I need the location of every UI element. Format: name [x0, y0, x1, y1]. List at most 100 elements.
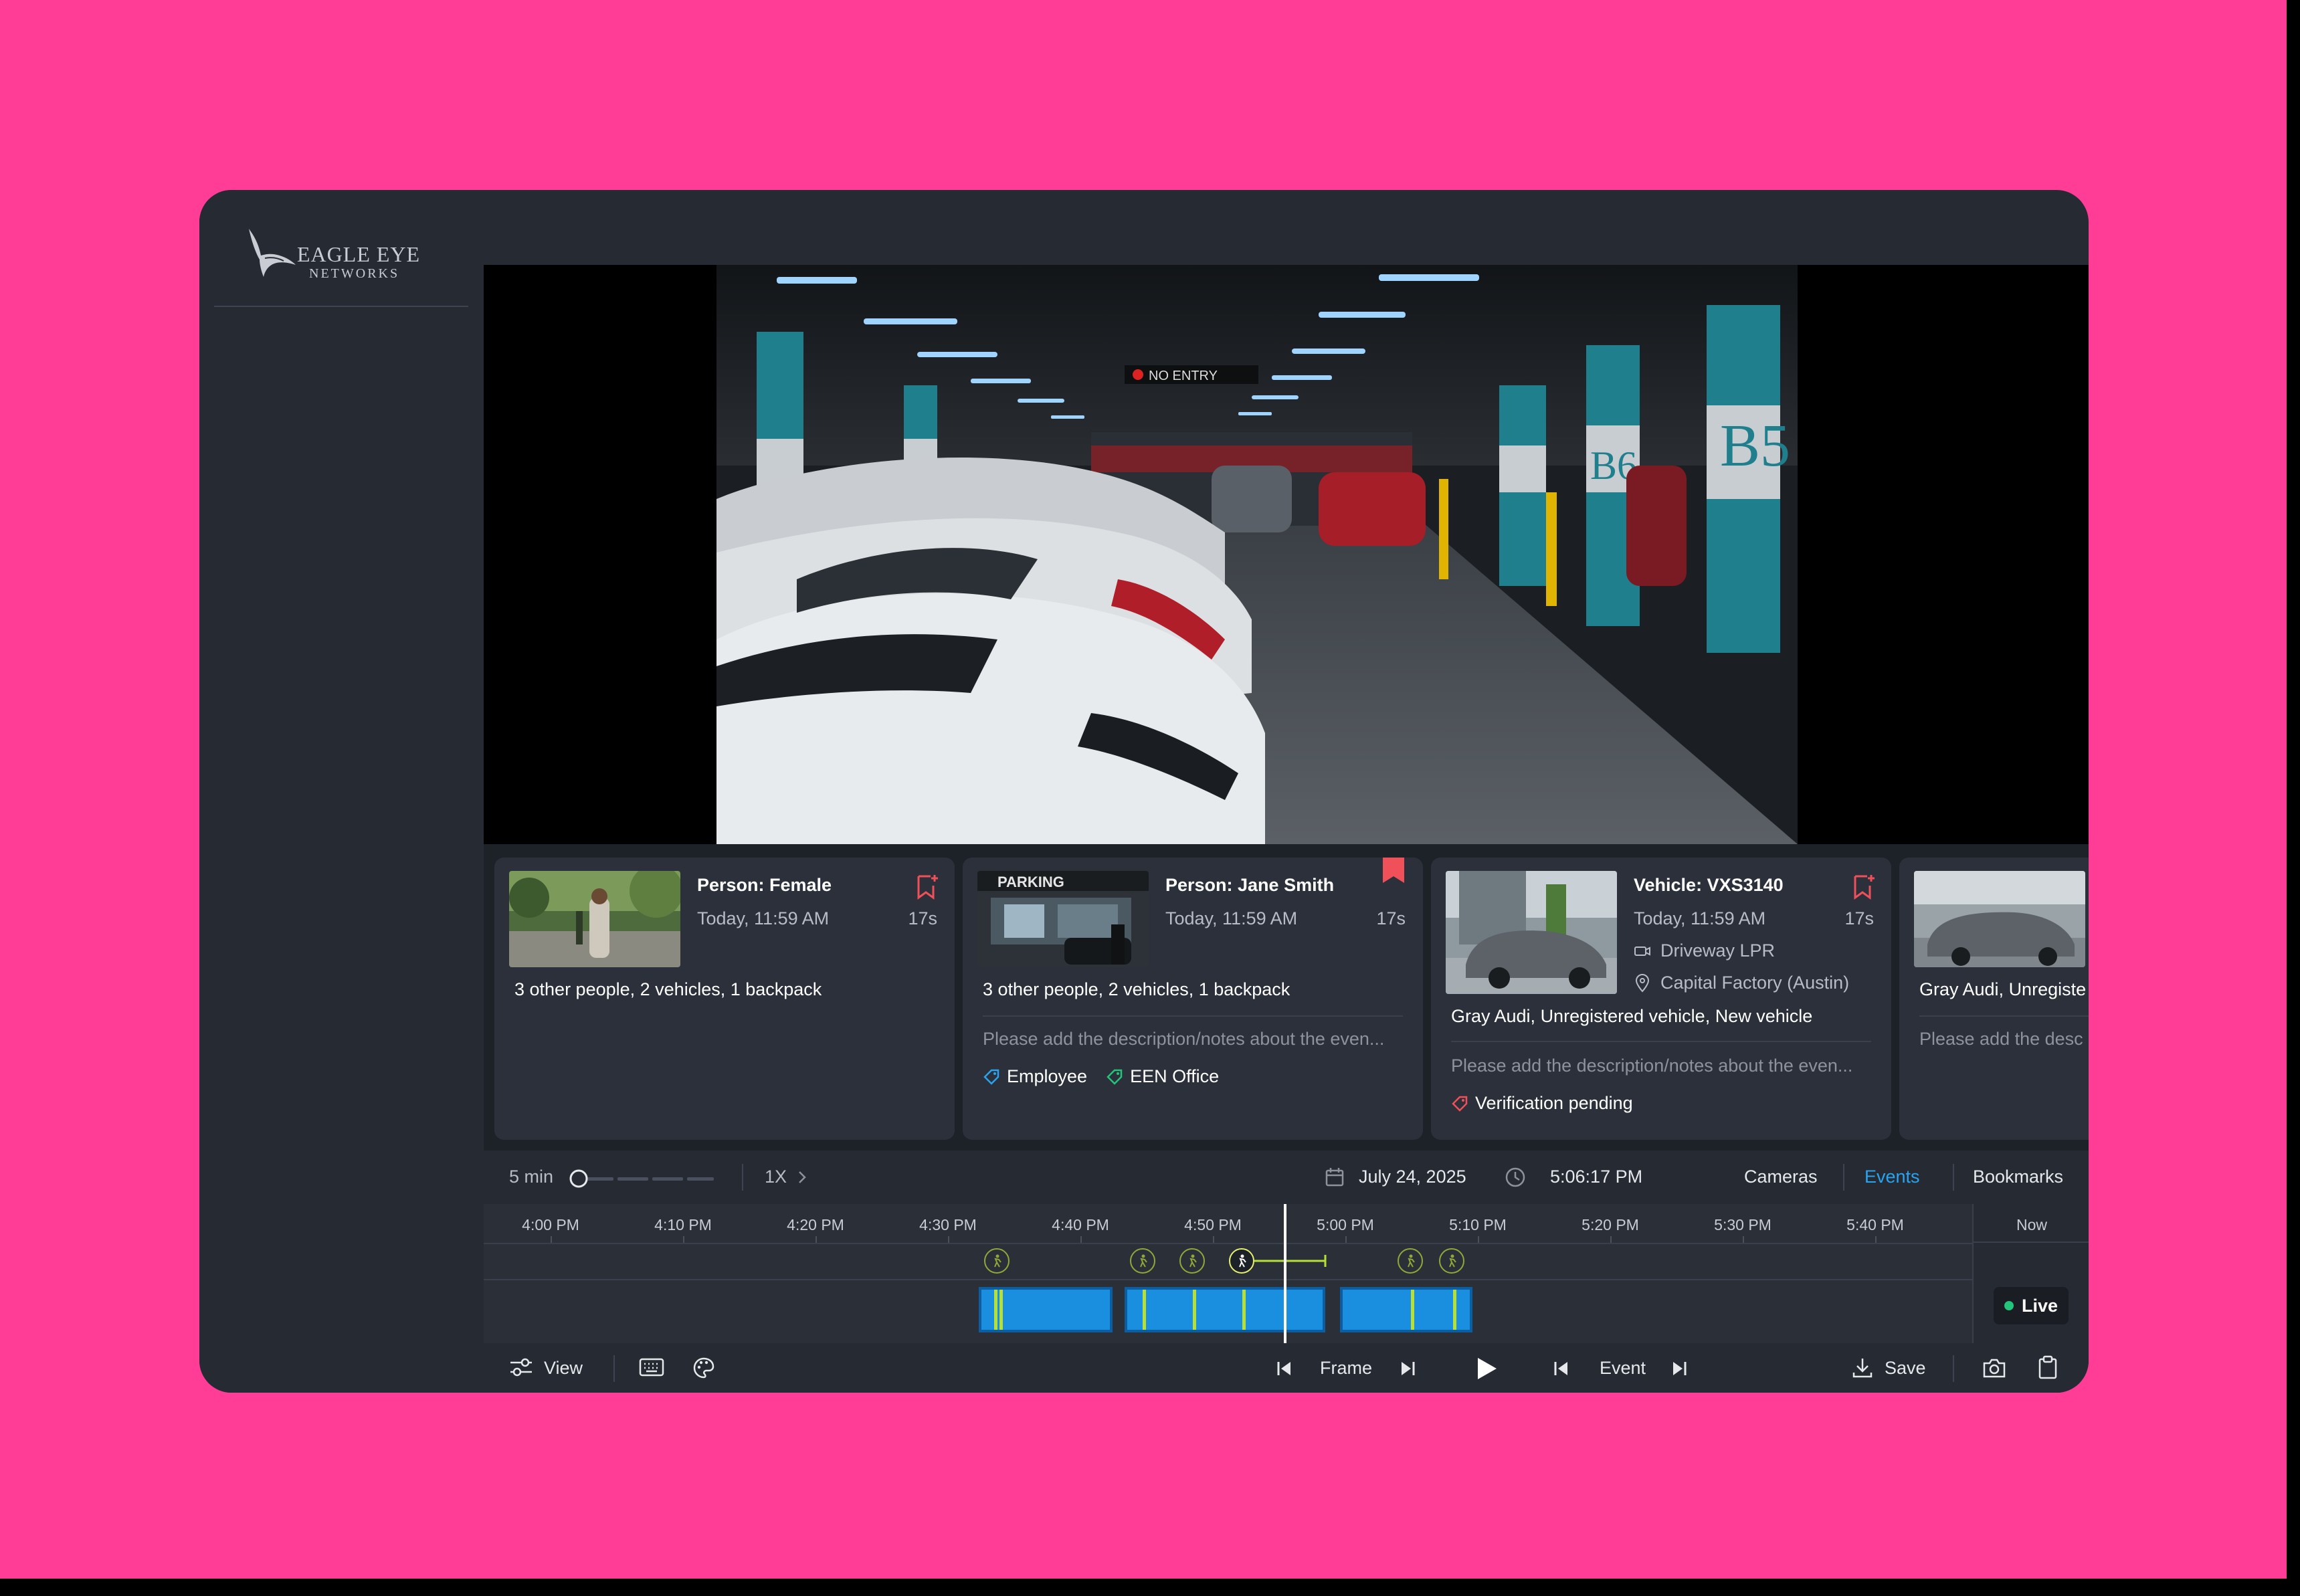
event-card[interactable]: Gray Audi, Unregiste Please add the desc	[1899, 858, 2089, 1140]
event-marker[interactable]	[999, 1290, 1003, 1330]
time-display[interactable]: 5:06:17 PM	[1550, 1167, 1642, 1187]
person-event-icon-active[interactable]	[1229, 1248, 1254, 1274]
timeline-tick-label: 4:00 PM	[522, 1216, 579, 1233]
event-thumbnail[interactable]	[509, 871, 680, 967]
previous-event-icon[interactable]	[1551, 1359, 1570, 1378]
event-marker[interactable]	[994, 1290, 997, 1330]
video-player[interactable]: B5 B6 NO ENTRY	[484, 265, 2089, 844]
person-event-icon[interactable]	[1398, 1248, 1423, 1274]
date-display[interactable]: July 24, 2025	[1359, 1167, 1466, 1187]
download-icon[interactable]	[1851, 1357, 1874, 1379]
parking-garage-image: B5 B6 NO ENTRY	[716, 265, 1798, 844]
add-bookmark-icon[interactable]	[915, 874, 939, 900]
event-notes[interactable]: Please add the desc	[1919, 1029, 2083, 1050]
timeline-tick-label: 4:40 PM	[1052, 1216, 1109, 1233]
toolbar-divider	[742, 1164, 743, 1191]
tag-een-office[interactable]: EEN Office	[1106, 1066, 1219, 1087]
event-marker[interactable]	[1193, 1290, 1196, 1330]
event-thumbnail[interactable]	[1914, 871, 2085, 967]
event-summary: Gray Audi, Unregistered vehicle, New veh…	[1451, 1006, 1813, 1026]
tab-bookmarks[interactable]: Bookmarks	[1973, 1167, 2063, 1187]
toolbar-divider	[1953, 1164, 1954, 1191]
chevron-right-icon[interactable]	[795, 1169, 809, 1185]
toolbar-divider	[1843, 1164, 1844, 1191]
playback-toolbar: 5 min 1X July 24, 2025 5:06:17 PM Camera…	[484, 1151, 2089, 1204]
timeline-tick	[1345, 1236, 1347, 1243]
location-name: Capital Factory (Austin)	[1660, 973, 1850, 993]
event-time: Today, 11:59 AM	[1634, 908, 1766, 928]
snapshot-camera-icon[interactable]	[1982, 1357, 2006, 1379]
timeline-tick	[683, 1236, 684, 1243]
event-time: Today, 11:59 AM	[697, 908, 830, 928]
recording-segment[interactable]	[1125, 1287, 1325, 1332]
video-frame[interactable]: B5 B6 NO ENTRY	[716, 265, 1798, 844]
palette-icon[interactable]	[692, 1357, 715, 1379]
timeline-divider	[484, 1279, 1972, 1280]
person-thumbnail-image	[509, 871, 680, 967]
event-marker[interactable]	[1411, 1290, 1414, 1330]
person-event-icon[interactable]	[1439, 1248, 1464, 1274]
event-marker[interactable]	[1143, 1290, 1146, 1330]
sliders-icon[interactable]	[509, 1357, 533, 1378]
clipboard-icon[interactable]	[2037, 1355, 2058, 1379]
event-title: Person: Female	[697, 875, 832, 895]
frame-label: Frame	[1320, 1358, 1373, 1378]
event-card[interactable]: Person: Female Today, 11:59 AM 17s 3 oth…	[494, 858, 955, 1140]
clock-icon[interactable]	[1505, 1167, 1526, 1188]
next-event-icon[interactable]	[1670, 1359, 1689, 1378]
person-event-icon[interactable]	[1130, 1248, 1155, 1274]
timeline-tick-label: 5:40 PM	[1846, 1216, 1904, 1233]
event-thumbnail[interactable]: PARKING	[977, 871, 1149, 967]
timeline-tick	[1610, 1236, 1612, 1243]
next-frame-icon[interactable]	[1399, 1359, 1418, 1378]
event-summary: 3 other people, 2 vehicles, 1 backpack	[514, 979, 822, 999]
card-divider	[983, 1015, 1403, 1017]
live-button[interactable]: Live	[1994, 1287, 2069, 1324]
tag-employee[interactable]: Employee	[983, 1066, 1087, 1087]
tab-events[interactable]: Events	[1864, 1167, 1920, 1187]
person-event-icon[interactable]	[1179, 1248, 1205, 1274]
event-card[interactable]: Vehicle: VXS3140 Today, 11:59 AM 17s Dri…	[1431, 858, 1891, 1140]
playhead[interactable]	[1284, 1204, 1286, 1343]
event-marker[interactable]	[1242, 1290, 1246, 1330]
event-notes[interactable]: Please add the description/notes about t…	[983, 1029, 1384, 1050]
timeline-tick	[948, 1236, 949, 1243]
event-duration: 17s	[908, 908, 937, 928]
bookmark-icon[interactable]	[1381, 858, 1406, 884]
event-notes[interactable]: Please add the description/notes about t…	[1451, 1056, 1852, 1076]
live-label: Live	[2021, 1295, 2058, 1316]
event-thumbnail[interactable]	[1446, 871, 1617, 994]
vehicle-thumbnail-image	[1446, 871, 1617, 994]
event-label: Event	[1600, 1358, 1646, 1378]
timeline[interactable]: 4:00 PM 4:10 PM 4:20 PM 4:30 PM 4:40 PM 4:50 …	[484, 1204, 2089, 1343]
tag-verification-pending[interactable]: Verification pending	[1451, 1093, 1633, 1114]
person-event-icon[interactable]	[984, 1248, 1010, 1274]
recording-segment[interactable]	[979, 1287, 1113, 1332]
event-summary: Gray Audi, Unregiste	[1919, 979, 2087, 999]
save-button[interactable]: Save	[1885, 1358, 1926, 1379]
event-card[interactable]: PARKING Person: Jane Smith Today, 11:59 …	[963, 858, 1423, 1140]
pillar-label: B5	[1720, 413, 1790, 479]
toolbar-divider	[1953, 1355, 1954, 1382]
card-divider	[1919, 1015, 2089, 1017]
timeline-tick-label: 4:50 PM	[1184, 1216, 1242, 1233]
add-bookmark-icon[interactable]	[1851, 874, 1875, 900]
tag-icon	[983, 1069, 999, 1085]
timeline-tick	[1213, 1236, 1214, 1243]
bottom-controls: View Frame Event Save	[484, 1343, 2089, 1393]
event-title: Vehicle: VXS3140	[1634, 875, 1784, 895]
calendar-icon[interactable]	[1324, 1167, 1345, 1188]
keyboard-icon[interactable]	[639, 1358, 664, 1377]
speed-label[interactable]: 1X	[765, 1167, 787, 1187]
event-marker[interactable]	[1453, 1290, 1456, 1330]
timeline-tick-label: 5:20 PM	[1582, 1216, 1639, 1233]
tab-cameras[interactable]: Cameras	[1744, 1167, 1818, 1187]
event-duration: 17s	[1844, 908, 1874, 928]
timeline-tick	[1478, 1236, 1479, 1243]
view-button[interactable]: View	[544, 1358, 583, 1379]
parking-thumbnail-image: PARKING	[977, 871, 1149, 967]
zoom-slider[interactable]	[569, 1169, 716, 1188]
events-strip: Person: Female Today, 11:59 AM 17s 3 oth…	[484, 844, 2089, 1151]
previous-frame-icon[interactable]	[1274, 1359, 1293, 1378]
play-button[interactable]	[1472, 1355, 1499, 1382]
